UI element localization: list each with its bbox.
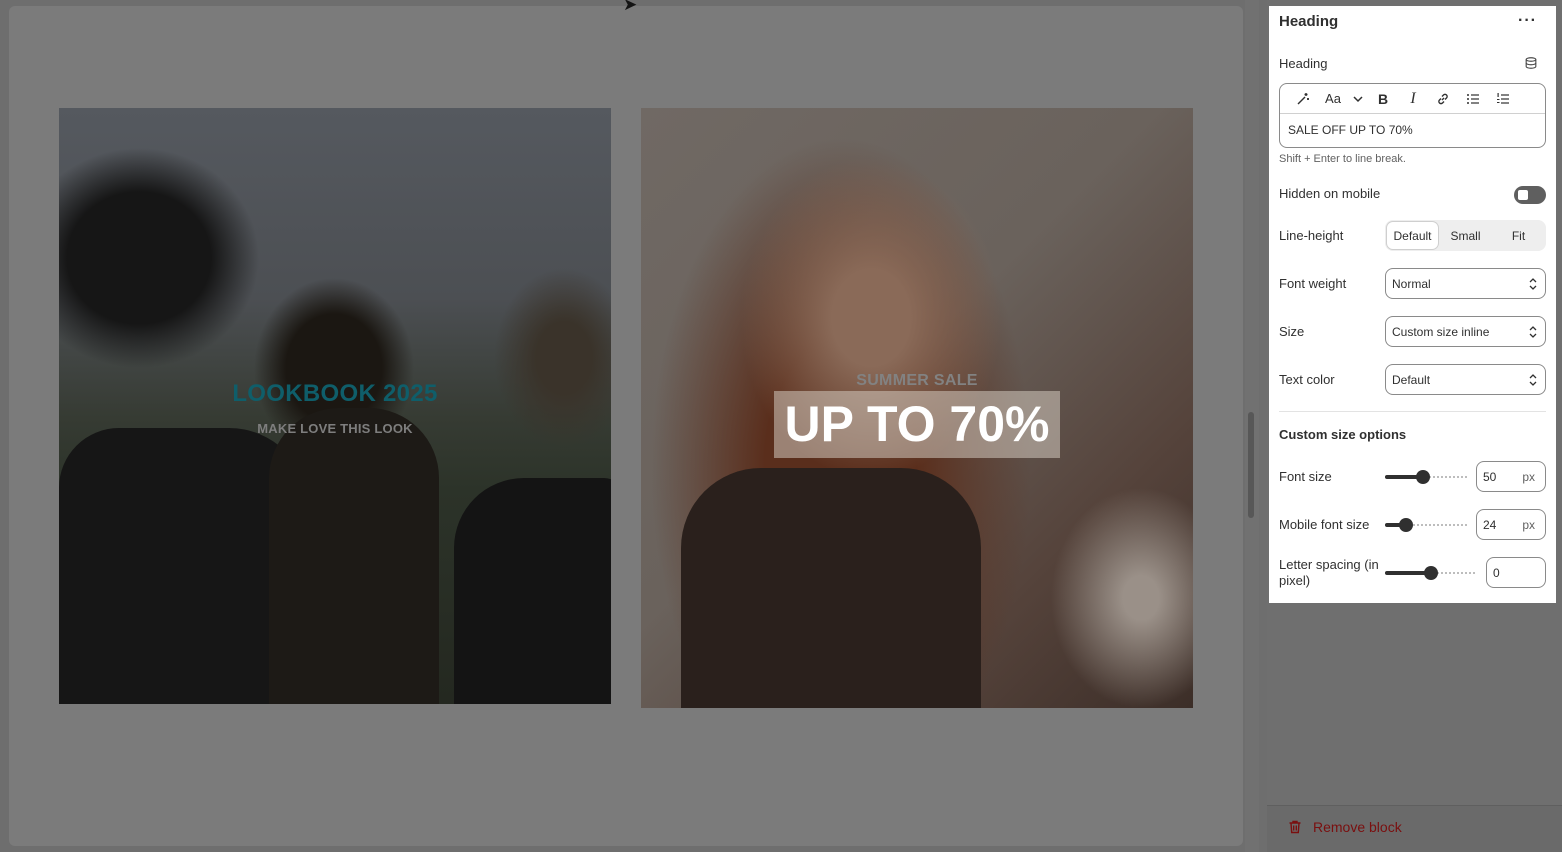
panel-title: Heading <box>1279 13 1339 30</box>
rich-text-toolbar: Aa B I <box>1280 84 1545 114</box>
letter-spacing-slider[interactable] <box>1385 563 1477 583</box>
bold-icon[interactable]: B <box>1368 86 1398 112</box>
bullet-list-icon[interactable] <box>1458 86 1488 112</box>
mobile-font-size-label: Mobile font size <box>1279 517 1370 532</box>
custom-size-section-title: Custom size options <box>1279 427 1407 442</box>
text-color-select[interactable]: Default <box>1385 364 1546 395</box>
link-icon[interactable] <box>1428 86 1458 112</box>
heading-field-label: Heading <box>1279 56 1328 71</box>
person-figure-right <box>454 478 611 704</box>
person-figure-center <box>269 408 439 704</box>
heading-text-input[interactable]: SALE OFF UP TO 70% <box>1280 114 1545 147</box>
font-size-value: 50 <box>1483 469 1497 484</box>
remove-block-label: Remove block <box>1313 819 1402 835</box>
select-arrows-icon <box>1529 278 1537 290</box>
text-color-value: Default <box>1392 372 1431 387</box>
sale-heading[interactable]: UP TO 70% <box>774 391 1060 458</box>
mouse-cursor-icon: ➤ <box>623 0 638 14</box>
font-size-slider[interactable] <box>1385 467 1468 487</box>
lookbook-subtitle[interactable]: MAKE LOVE THIS LOOK <box>59 421 611 436</box>
line-height-fit-option[interactable]: Fit <box>1493 222 1544 249</box>
toggle-knob <box>1518 190 1528 200</box>
line-height-small-option[interactable]: Small <box>1440 222 1491 249</box>
letter-spacing-input[interactable]: 0 <box>1486 557 1546 588</box>
model-figure <box>681 468 981 708</box>
section-divider <box>1279 411 1546 412</box>
size-value: Custom size inline <box>1392 324 1490 339</box>
mobile-font-size-input[interactable]: 24 px <box>1476 509 1546 540</box>
remove-block-button[interactable]: Remove block <box>1287 819 1402 835</box>
font-weight-value: Normal <box>1392 276 1431 291</box>
selected-heading-block[interactable]: UP TO 70% <box>774 391 1060 458</box>
mobile-font-size-unit: px <box>1522 517 1535 532</box>
size-select[interactable]: Custom size inline <box>1385 316 1546 347</box>
lookbook-title[interactable]: LOOKBOOK 2025 <box>59 380 611 408</box>
settings-sidebar: Heading ··· Heading Aa B I SALE OFF UP T… <box>1267 0 1562 852</box>
numbered-list-icon[interactable] <box>1488 86 1518 112</box>
font-weight-select[interactable]: Normal <box>1385 268 1546 299</box>
magic-icon[interactable] <box>1288 86 1318 112</box>
font-weight-label: Font weight <box>1279 276 1347 291</box>
mobile-font-size-value: 24 <box>1483 517 1497 532</box>
trash-icon <box>1289 820 1301 834</box>
sale-banner[interactable]: SUMMER SALE UP TO 70% <box>641 108 1193 708</box>
letter-spacing-value: 0 <box>1493 565 1500 580</box>
line-height-label: Line-height <box>1279 228 1344 243</box>
sidebar-footer: Remove block <box>1267 805 1562 852</box>
canvas-scrollbar[interactable] <box>1245 0 1259 852</box>
dynamic-source-icon[interactable] <box>1524 56 1538 70</box>
font-size-unit: px <box>1522 469 1535 484</box>
canvas-scrollbar-thumb[interactable] <box>1248 412 1254 518</box>
lookbook-banner[interactable]: LOOKBOOK 2025 MAKE LOVE THIS LOOK <box>59 108 611 704</box>
slider-handle[interactable] <box>1399 518 1413 532</box>
text-color-label: Text color <box>1279 372 1335 387</box>
line-height-segmented-control: Default Small Fit <box>1385 220 1546 251</box>
more-options-icon[interactable]: ··· <box>1518 12 1537 30</box>
font-style-icon[interactable]: Aa <box>1318 86 1348 112</box>
sale-subtitle[interactable]: SUMMER SALE <box>641 372 1193 390</box>
italic-icon[interactable]: I <box>1398 86 1428 112</box>
line-height-default-option[interactable]: Default <box>1387 222 1438 249</box>
select-arrows-icon <box>1529 374 1537 386</box>
block-settings-panel: Heading ··· Heading Aa B I SALE OFF UP T… <box>1269 6 1556 603</box>
slider-handle[interactable] <box>1424 566 1438 580</box>
chevron-down-icon[interactable] <box>1348 86 1368 112</box>
font-size-label: Font size <box>1279 469 1332 484</box>
preview-canvas[interactable]: LOOKBOOK 2025 MAKE LOVE THIS LOOK SUMMER… <box>9 6 1243 846</box>
letter-spacing-label: Letter spacing (in pixel) <box>1279 557 1379 588</box>
slider-handle[interactable] <box>1416 470 1430 484</box>
mobile-font-size-slider[interactable] <box>1385 515 1468 535</box>
size-label: Size <box>1279 324 1305 339</box>
select-arrows-icon <box>1529 326 1537 338</box>
heading-hint: Shift + Enter to line break. <box>1279 153 1406 165</box>
heading-rich-text-editor[interactable]: Aa B I SALE OFF UP TO 70% <box>1279 83 1546 148</box>
hidden-on-mobile-toggle[interactable] <box>1514 186 1546 204</box>
hidden-on-mobile-label: Hidden on mobile <box>1279 186 1381 201</box>
font-size-input[interactable]: 50 px <box>1476 461 1546 492</box>
